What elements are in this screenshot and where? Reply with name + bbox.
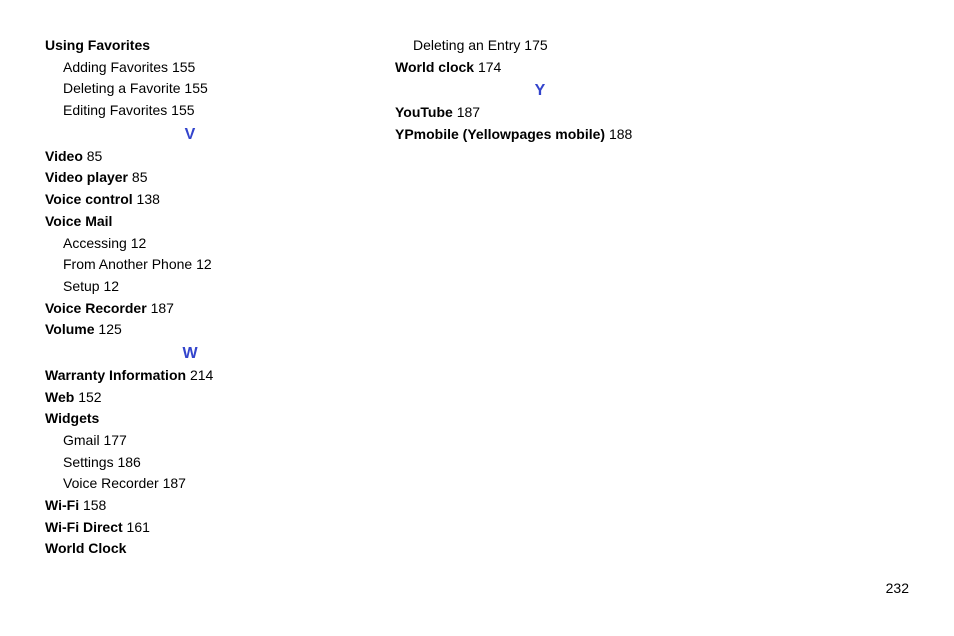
page-video: 85 xyxy=(87,148,103,164)
page-warranty: 214 xyxy=(190,367,213,383)
term-using-favorites: Using Favorites xyxy=(45,37,150,53)
page-video-player: 85 xyxy=(132,169,148,185)
entry-wifi: Wi-Fi 158 xyxy=(45,495,335,517)
entry-voice-control: Voice control 138 xyxy=(45,189,335,211)
page-number: 232 xyxy=(886,580,909,596)
term-voice-mail: Voice Mail xyxy=(45,213,112,229)
sub-label: Deleting a Favorite xyxy=(63,80,181,96)
subentry-accessing: Accessing 12 xyxy=(45,233,335,255)
subentry-setup: Setup 12 xyxy=(45,276,335,298)
page-world-clock-lower: 174 xyxy=(478,59,501,75)
sub-page: 186 xyxy=(117,454,140,470)
sub-page: 187 xyxy=(163,475,186,491)
sub-label: Gmail xyxy=(63,432,100,448)
section-letter-w: W xyxy=(45,341,335,365)
section-letter-v: V xyxy=(45,122,335,146)
term-volume: Volume xyxy=(45,321,95,337)
sub-label: Accessing xyxy=(63,235,127,251)
sub-page: 12 xyxy=(196,256,212,272)
sub-label: From Another Phone xyxy=(63,256,192,272)
entry-video: Video 85 xyxy=(45,146,335,168)
sub-page: 155 xyxy=(171,102,194,118)
subentry-gmail: Gmail 177 xyxy=(45,430,335,452)
term-wifi-direct: Wi-Fi Direct xyxy=(45,519,123,535)
sub-page: 155 xyxy=(184,80,207,96)
entry-voice-recorder: Voice Recorder 187 xyxy=(45,298,335,320)
entry-wifi-direct: Wi-Fi Direct 161 xyxy=(45,517,335,539)
sub-page: 177 xyxy=(103,432,126,448)
subentry-settings: Settings 186 xyxy=(45,452,335,474)
term-youtube: YouTube xyxy=(395,104,453,120)
sub-page: 175 xyxy=(524,37,547,53)
subentry-deleting-favorite: Deleting a Favorite 155 xyxy=(45,78,335,100)
sub-page: 12 xyxy=(131,235,147,251)
page-voice-recorder: 187 xyxy=(151,300,174,316)
subentry-deleting-entry: Deleting an Entry 175 xyxy=(395,35,685,57)
subentry-from-another-phone: From Another Phone 12 xyxy=(45,254,335,276)
sub-label: Settings xyxy=(63,454,114,470)
page-wifi-direct: 161 xyxy=(127,519,150,535)
subentry-voice-recorder-widget: Voice Recorder 187 xyxy=(45,473,335,495)
entry-youtube: YouTube 187 xyxy=(395,102,685,124)
column-left: Using Favorites Adding Favorites 155 Del… xyxy=(45,35,335,560)
term-voice-control: Voice control xyxy=(45,191,133,207)
page-volume: 125 xyxy=(98,321,121,337)
sub-page: 155 xyxy=(172,59,195,75)
page-wifi: 158 xyxy=(83,497,106,513)
sub-page: 12 xyxy=(103,278,119,294)
sub-label: Voice Recorder xyxy=(63,475,159,491)
entry-video-player: Video player 85 xyxy=(45,167,335,189)
section-letter-y: Y xyxy=(395,78,685,102)
entry-warranty: Warranty Information 214 xyxy=(45,365,335,387)
term-video: Video xyxy=(45,148,83,164)
entry-voice-mail: Voice Mail xyxy=(45,211,335,233)
sub-label: Deleting an Entry xyxy=(413,37,520,53)
term-wifi: Wi-Fi xyxy=(45,497,79,513)
entry-world-clock: World Clock xyxy=(45,538,335,560)
term-web: Web xyxy=(45,389,74,405)
page-web: 152 xyxy=(78,389,101,405)
term-voice-recorder: Voice Recorder xyxy=(45,300,147,316)
entry-web: Web 152 xyxy=(45,387,335,409)
sub-label: Setup xyxy=(63,278,100,294)
page-voice-control: 138 xyxy=(137,191,160,207)
entry-ypmobile: YPmobile (Yellowpages mobile) 188 xyxy=(395,124,685,146)
page-youtube: 187 xyxy=(457,104,480,120)
term-world-clock-lower: World clock xyxy=(395,59,474,75)
entry-widgets: Widgets xyxy=(45,408,335,430)
sub-label: Adding Favorites xyxy=(63,59,168,75)
term-warranty: Warranty Information xyxy=(45,367,186,383)
term-world-clock: World Clock xyxy=(45,540,126,556)
index-columns: Using Favorites Adding Favorites 155 Del… xyxy=(45,35,909,560)
term-widgets: Widgets xyxy=(45,410,99,426)
entry-using-favorites: Using Favorites xyxy=(45,35,335,57)
column-right: Deleting an Entry 175 World clock 174 Y … xyxy=(395,35,685,560)
subentry-adding-favorites: Adding Favorites 155 xyxy=(45,57,335,79)
term-ypmobile: YPmobile (Yellowpages mobile) xyxy=(395,126,605,142)
sub-label: Editing Favorites xyxy=(63,102,167,118)
page-ypmobile: 188 xyxy=(609,126,632,142)
entry-world-clock-lower: World clock 174 xyxy=(395,57,685,79)
term-video-player: Video player xyxy=(45,169,128,185)
subentry-editing-favorites: Editing Favorites 155 xyxy=(45,100,335,122)
entry-volume: Volume 125 xyxy=(45,319,335,341)
